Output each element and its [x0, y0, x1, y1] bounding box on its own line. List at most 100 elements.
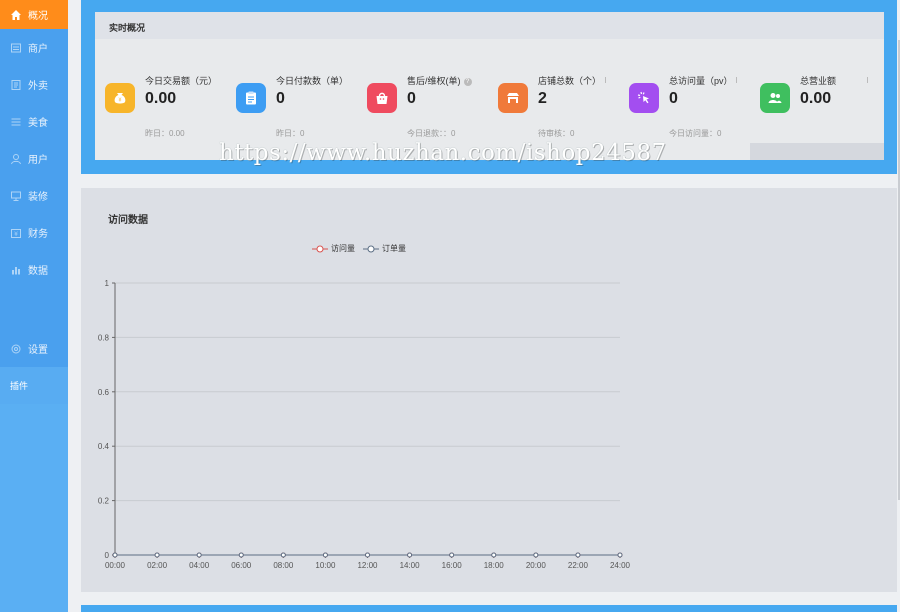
x-tick-label: 00:00 — [105, 561, 126, 570]
sidebar-item-finance[interactable]: ¥ 财务 — [0, 214, 68, 251]
overview-title: 实时概况 — [109, 23, 146, 33]
x-tick-label: 10:00 — [315, 561, 336, 570]
sidebar-settings-wrap: 设置 — [0, 330, 68, 367]
y-tick-label: 1 — [105, 279, 110, 288]
x-tick-label: 20:00 — [526, 561, 547, 570]
y-tick-label: 0.8 — [98, 333, 110, 342]
x-tick-label: 14:00 — [400, 561, 421, 570]
clipboard-icon — [236, 83, 266, 113]
sidebar-item-merchant[interactable]: 商户 — [0, 29, 68, 66]
x-tick-label: 24:00 — [610, 561, 631, 570]
stat-label: 售后/维权(单)? — [407, 74, 472, 87]
data-point — [449, 552, 455, 558]
sidebar-item-plugin[interactable]: 插件 — [0, 367, 68, 404]
x-tick-label: 02:00 — [147, 561, 168, 570]
data-point — [322, 552, 328, 558]
data-point — [407, 552, 413, 558]
shop-icon — [498, 83, 528, 113]
y-tick-label: 0.6 — [98, 388, 110, 397]
x-tick-label: 18:00 — [484, 561, 505, 570]
divider — [867, 77, 868, 83]
x-tick-label: 04:00 — [189, 561, 210, 570]
x-tick-label: 16:00 — [442, 561, 463, 570]
sidebar-item-label: 商户 — [28, 44, 48, 55]
stat-today-payments: 今日付款数（单） 0 昨日：0 — [226, 39, 357, 139]
x-tick-label: 22:00 — [568, 561, 589, 570]
visit-line-chart: 0 0.2 0.4 0.6 0.8 1 00:00 02:00 04:00 06:00 08:00 1… — [98, 279, 631, 570]
stat-total-turnover: 总营业额 0.00 — [750, 39, 881, 139]
sidebar-item-label: 概况 — [28, 11, 48, 22]
stat-sub: 昨日：0.00 — [145, 129, 185, 138]
sidebar-item-label: 用户 — [28, 155, 48, 166]
sidebar-item-overview[interactable]: 概况 — [0, 0, 68, 29]
stat-label: 店铺总数（个） — [538, 76, 602, 86]
sidebar-item-label: 外卖 — [28, 81, 48, 92]
sidebar-item-label: 数据 — [28, 266, 48, 277]
x-tick-label: 06:00 — [231, 561, 252, 570]
decorate-icon — [10, 190, 22, 202]
sidebar-item-label: 美食 — [28, 118, 48, 129]
food-icon — [10, 116, 22, 128]
data-point — [491, 552, 497, 558]
stat-after-sales: 售后/维权(单)? 0 今日退款：：0 — [357, 39, 488, 139]
bottom-panel-frame — [81, 605, 897, 612]
stat-value: 0 — [669, 90, 678, 107]
data-point — [575, 552, 581, 558]
sidebar: 概况 商户 外卖 美食 用户 装修 ¥ 财务 数据 设置 插件 — [0, 0, 68, 612]
sidebar-item-takeout[interactable]: 外卖 — [0, 66, 68, 103]
data-point — [238, 552, 244, 558]
sidebar-item-settings[interactable]: 设置 — [0, 330, 68, 367]
sidebar-item-decorate[interactable]: 装修 — [0, 177, 68, 214]
money-bag-icon: ¥ — [105, 83, 135, 113]
stat-sub: 昨日：0 — [276, 129, 305, 138]
divider — [736, 77, 737, 83]
takeout-icon — [10, 79, 22, 91]
sidebar-item-label: 装修 — [28, 192, 48, 203]
gear-icon — [10, 343, 22, 355]
stat-sub: 今日退款：：0 — [407, 129, 456, 138]
svg-text:¥: ¥ — [118, 98, 121, 104]
shopping-bag-icon — [367, 83, 397, 113]
overview-card: 实时概况 ¥ 今日交易额（元） 0.00 昨日：0.00 今日付款数（单） 0 … — [95, 12, 884, 160]
chart-icon — [10, 264, 22, 276]
store-icon — [10, 42, 22, 54]
data-point — [533, 552, 539, 558]
stat-shop-count: 店铺总数（个） 2 待审核：0 — [488, 39, 619, 139]
sidebar-item-food[interactable]: 美食 — [0, 103, 68, 140]
stat-label: 今日交易额（元） — [145, 76, 218, 86]
x-tick-label: 12:00 — [357, 561, 378, 570]
stat-value: 0 — [276, 90, 285, 107]
stat-value: 0.00 — [145, 90, 177, 107]
data-point — [196, 552, 202, 558]
overview-corner — [750, 143, 884, 160]
click-icon — [629, 83, 659, 113]
stat-value: 0.00 — [800, 90, 832, 107]
users-icon — [760, 83, 790, 113]
watermark: https://www.huzhan.com/ishop24587 — [219, 140, 667, 166]
data-point — [365, 552, 370, 558]
visit-panel: 访问数据 访问量 订单量 0 0.2 0.4 0.6 0.8 1 00:00 02:00 04:… — [81, 188, 897, 592]
stat-sub: 待审核：0 — [538, 129, 575, 138]
data-point — [112, 552, 118, 558]
sidebar-item-user[interactable]: 用户 — [0, 140, 68, 177]
home-icon — [10, 9, 22, 21]
user-icon — [10, 153, 22, 165]
sidebar-item-label: 设置 — [28, 345, 48, 356]
finance-icon: ¥ — [10, 227, 22, 239]
data-point — [280, 552, 286, 558]
help-icon[interactable]: ? — [463, 77, 472, 86]
stat-label: 今日付款数（单） — [276, 76, 349, 86]
x-tick-label: 08:00 — [273, 561, 294, 570]
svg-text:¥: ¥ — [14, 231, 18, 238]
y-tick-label: 0.2 — [98, 497, 110, 506]
y-tick-label: 0.4 — [98, 442, 110, 451]
stat-value: 0 — [407, 90, 416, 107]
stat-total-visits: 总访问量（pv） 0 今日访问量：0 — [619, 39, 750, 139]
stat-sub: 今日访问量：0 — [669, 129, 722, 138]
y-tick-label: 0 — [105, 551, 110, 560]
data-point — [617, 552, 623, 558]
stat-label: 总访问量（pv） — [669, 76, 733, 86]
sidebar-item-data[interactable]: 数据 — [0, 251, 68, 288]
divider — [605, 77, 606, 83]
stat-label: 总营业额 — [800, 76, 837, 86]
